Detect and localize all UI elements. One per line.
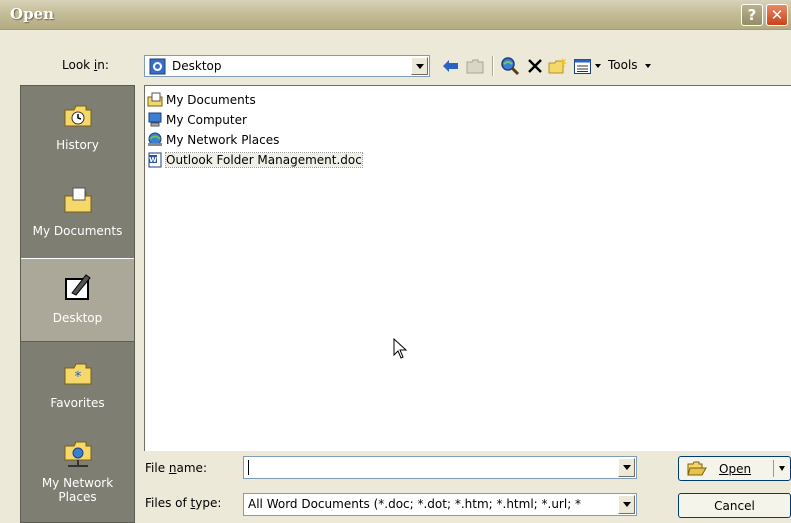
close-button[interactable]: ✕ (766, 4, 788, 26)
desktop-icon (149, 58, 166, 75)
delete-icon (528, 59, 542, 73)
place-favorites-label: Favorites (50, 396, 105, 410)
place-my-documents-label: My Documents (32, 224, 123, 238)
file-name: Outlook Folder Management.doc (165, 151, 363, 168)
open-label: Open (719, 461, 752, 476)
open-button[interactable]: Open (678, 456, 791, 481)
place-my-network-places-label: My Network Places (41, 476, 114, 504)
place-favorites[interactable]: * Favorites (21, 344, 134, 428)
svg-text:W: W (149, 156, 157, 164)
favorites-icon: * (64, 363, 92, 385)
file-name-input[interactable] (243, 456, 637, 479)
place-history-label: History (56, 138, 99, 152)
cancel-label: Cancel (714, 498, 755, 513)
search-web-button[interactable] (499, 55, 521, 77)
my-documents-icon (147, 92, 163, 106)
look-in-label: Look in: (62, 58, 109, 72)
mouse-cursor-icon (393, 338, 408, 359)
window-title: Open (10, 5, 55, 23)
list-item[interactable]: My Computer (147, 111, 247, 128)
back-button[interactable] (440, 55, 462, 77)
views-icon (573, 58, 591, 74)
cancel-button[interactable]: Cancel (678, 493, 791, 518)
network-places-icon (148, 132, 162, 146)
places-bar: History My Documents Desktop * Favorites… (20, 85, 135, 523)
desktop-pad-icon (65, 274, 91, 300)
look-in-dropdown[interactable]: Desktop (144, 55, 430, 77)
place-desktop[interactable]: Desktop (21, 258, 134, 342)
new-folder-icon (548, 57, 567, 74)
my-computer-icon (148, 112, 162, 126)
open-folder-icon (687, 461, 707, 475)
views-dropdown-icon (594, 64, 601, 68)
title-bar: Open ? ✕ (0, 0, 791, 30)
file-name: My Documents (166, 92, 256, 107)
back-arrow-icon (443, 60, 458, 72)
tools-label: Tools (608, 58, 638, 72)
look-in-value: Desktop (172, 59, 222, 73)
files-of-type-value: All Word Documents (*.doc; *.dot; *.htm;… (248, 497, 582, 511)
new-folder-button[interactable] (547, 55, 569, 77)
place-desktop-label: Desktop (52, 311, 103, 325)
file-name-value (248, 460, 250, 475)
file-name-label: File name: (145, 461, 207, 475)
help-button[interactable]: ? (741, 4, 763, 26)
file-name: My Network Places (166, 132, 280, 147)
file-list[interactable]: My Documents My Computer My Network Plac… (144, 85, 791, 451)
up-folder-icon (466, 59, 484, 74)
place-my-network-places[interactable]: My Network Places (21, 424, 134, 508)
up-folder-button[interactable] (464, 55, 486, 77)
place-history[interactable]: History (21, 86, 134, 170)
look-in-arrow-button[interactable] (411, 57, 428, 75)
network-places-folder-icon (64, 441, 92, 467)
delete-button[interactable] (524, 55, 546, 77)
list-item[interactable]: My Network Places (147, 131, 279, 148)
file-name-arrow-button[interactable] (618, 458, 635, 477)
word-doc-icon: W (148, 152, 162, 167)
tools-menu[interactable]: Tools (608, 58, 652, 72)
file-name: My Computer (166, 112, 247, 127)
list-item[interactable]: My Documents (147, 91, 256, 108)
views-button[interactable] (572, 55, 602, 77)
svg-text:*: * (75, 369, 82, 385)
history-icon (64, 105, 92, 127)
search-web-icon (501, 57, 520, 76)
files-of-type-dropdown[interactable]: All Word Documents (*.doc; *.dot; *.htm;… (243, 493, 637, 516)
files-of-type-label: Files of type: (145, 496, 222, 510)
tools-dropdown-icon (645, 63, 652, 68)
open-dropdown-icon[interactable] (779, 466, 785, 471)
files-of-type-arrow-button[interactable] (618, 495, 635, 514)
place-my-documents[interactable]: My Documents (21, 172, 134, 256)
list-item[interactable]: W Outlook Folder Management.doc (147, 151, 363, 168)
my-documents-folder-icon (64, 187, 92, 213)
